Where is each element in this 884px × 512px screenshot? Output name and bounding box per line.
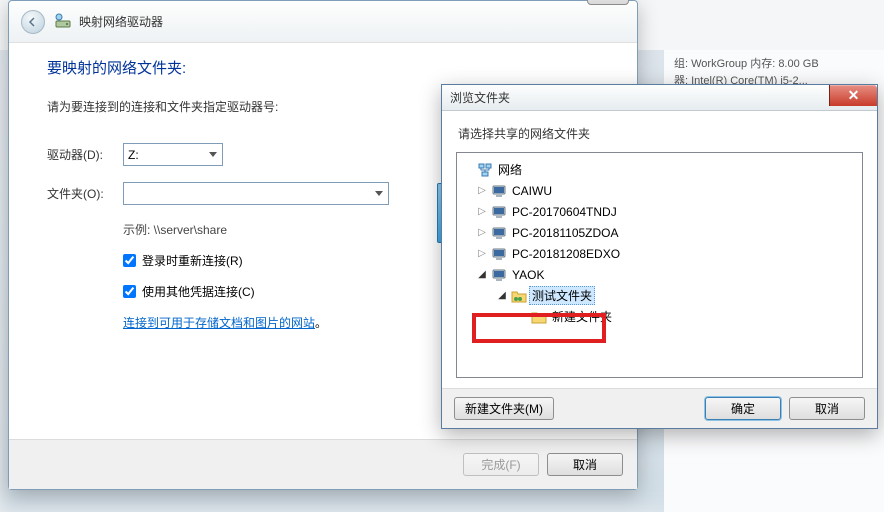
dialog-footer: 新建文件夹(M) 确定 取消 xyxy=(442,388,877,428)
expanded-icon[interactable]: ◢ xyxy=(495,290,509,301)
close-button[interactable]: ✕ xyxy=(829,85,877,106)
tree-label: CAIWU xyxy=(509,183,555,199)
computer-icon xyxy=(489,183,509,199)
folder-icon xyxy=(529,309,549,325)
chevron-down-icon xyxy=(204,144,222,165)
dialog-titlebar: 映射网络驱动器 xyxy=(9,1,637,43)
link-period: 。 xyxy=(315,316,327,330)
computer-icon xyxy=(489,267,509,283)
computer-icon xyxy=(489,204,509,220)
network-drive-icon xyxy=(55,13,73,31)
collapsed-icon[interactable]: ▷ xyxy=(475,248,489,259)
system-info-line1: 组: WorkGroup 内存: 8.00 GB xyxy=(674,58,819,70)
tree-node-folder[interactable]: 新建文件夹 xyxy=(459,306,860,327)
tree-node-computer[interactable]: ▷ PC-20170604TNDJ xyxy=(459,201,860,222)
credentials-checkbox[interactable] xyxy=(123,285,136,298)
ok-button[interactable]: 确定 xyxy=(705,397,781,420)
tree-label: 网络 xyxy=(495,160,525,179)
credentials-label: 使用其他凭据连接(C) xyxy=(142,283,255,300)
computer-icon xyxy=(489,246,509,262)
dialog-title: 映射网络驱动器 xyxy=(79,13,163,30)
folder-label: 文件夹(O): xyxy=(47,185,123,202)
dialog-titlebar[interactable]: 浏览文件夹 ✕ xyxy=(442,85,877,111)
tree-label: PC-20181208EDXO xyxy=(509,246,623,262)
close-icon: ✕ xyxy=(848,87,860,104)
cancel-button[interactable]: 取消 xyxy=(789,397,865,420)
close-icon: ✕ xyxy=(603,0,613,2)
collapsed-icon[interactable]: ▷ xyxy=(475,206,489,217)
chevron-down-icon xyxy=(370,183,388,204)
tree-label: 新建文件夹 xyxy=(549,307,615,326)
tree-node-computer[interactable]: ▷ CAIWU xyxy=(459,180,860,201)
tree-node-computer-expanded[interactable]: ◢ YAOK xyxy=(459,264,860,285)
reconnect-checkbox[interactable] xyxy=(123,254,136,267)
drive-label: 驱动器(D): xyxy=(47,146,123,163)
expanded-icon[interactable]: ◢ xyxy=(475,269,489,280)
collapsed-icon[interactable]: ▷ xyxy=(475,227,489,238)
heading: 要映射的网络文件夹: xyxy=(47,57,599,78)
drive-combo[interactable]: Z: xyxy=(123,143,223,166)
tree-label: PC-20170604TNDJ xyxy=(509,204,620,220)
back-button[interactable] xyxy=(21,10,45,34)
website-storage-link[interactable]: 连接到可用于存储文档和图片的网站 xyxy=(123,316,315,330)
new-folder-button[interactable]: 新建文件夹(M) xyxy=(454,397,554,420)
cancel-button[interactable]: 取消 xyxy=(547,453,623,476)
computer-icon xyxy=(489,225,509,241)
collapsed-icon[interactable]: ▷ xyxy=(475,185,489,196)
folder-tree[interactable]: 网络 ▷ CAIWU ▷ PC-20170604TNDJ ▷ PC-201811… xyxy=(456,152,863,378)
folder-shared-icon xyxy=(509,288,529,304)
tree-node-folder-selected[interactable]: ◢ 测试文件夹 xyxy=(459,285,860,306)
drive-value: Z: xyxy=(128,148,139,162)
dialog-footer: 完成(F) 取消 xyxy=(9,439,637,489)
close-button[interactable]: ✕ xyxy=(587,0,629,5)
tree-node-computer[interactable]: ▷ PC-20181105ZDOA xyxy=(459,222,860,243)
tree-label: YAOK xyxy=(509,267,547,283)
reconnect-label: 登录时重新连接(R) xyxy=(142,252,243,269)
arrow-left-icon xyxy=(28,17,38,27)
tree-node-network-root[interactable]: 网络 xyxy=(459,159,860,180)
tree-label: 测试文件夹 xyxy=(529,286,595,305)
finish-button: 完成(F) xyxy=(463,453,539,476)
folder-input[interactable] xyxy=(123,182,389,205)
prompt-text: 请选择共享的网络文件夹 xyxy=(442,111,877,152)
network-icon xyxy=(475,162,495,178)
tree-label: PC-20181105ZDOA xyxy=(509,225,622,241)
browse-folder-dialog: 浏览文件夹 ✕ 请选择共享的网络文件夹 网络 ▷ CAIWU ▷ PC-2017… xyxy=(441,84,878,429)
tree-node-computer[interactable]: ▷ PC-20181208EDXO xyxy=(459,243,860,264)
dialog-title: 浏览文件夹 xyxy=(450,89,510,106)
